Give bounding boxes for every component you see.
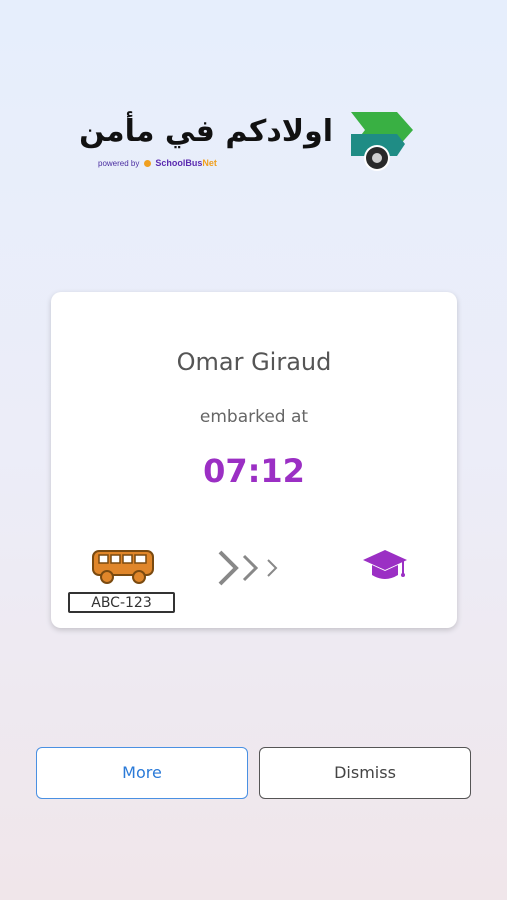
more-button[interactable]: More [36,747,248,799]
brand-name-school: SchoolBus [155,158,203,168]
dismiss-button[interactable]: Dismiss [259,747,471,799]
plate-number: ABC-123 [68,592,175,613]
brand-dot-icon [144,160,152,168]
powered-by: powered by SchoolBusNet [98,158,217,168]
brand-name: SchoolBusNet [155,158,217,168]
bus-icon [92,550,154,584]
progress-arrows-icon [218,550,278,586]
app-logo: اولادكم في مأمن powered by SchoolBusNet [79,108,415,178]
powered-by-label: powered by [98,159,140,168]
event-label: embarked at [199,407,309,427]
logo-mark-icon [351,112,413,171]
brand-name-net: Net [202,158,217,168]
event-time: 07:12 [203,452,305,490]
logo-tagline: اولادكم في مأمن [79,114,333,149]
notification-card: Omar Giraud embarked at 07:12 ABC-123 [51,292,457,628]
student-name: Omar Giraud [176,348,332,376]
graduation-cap-icon [363,550,407,579]
